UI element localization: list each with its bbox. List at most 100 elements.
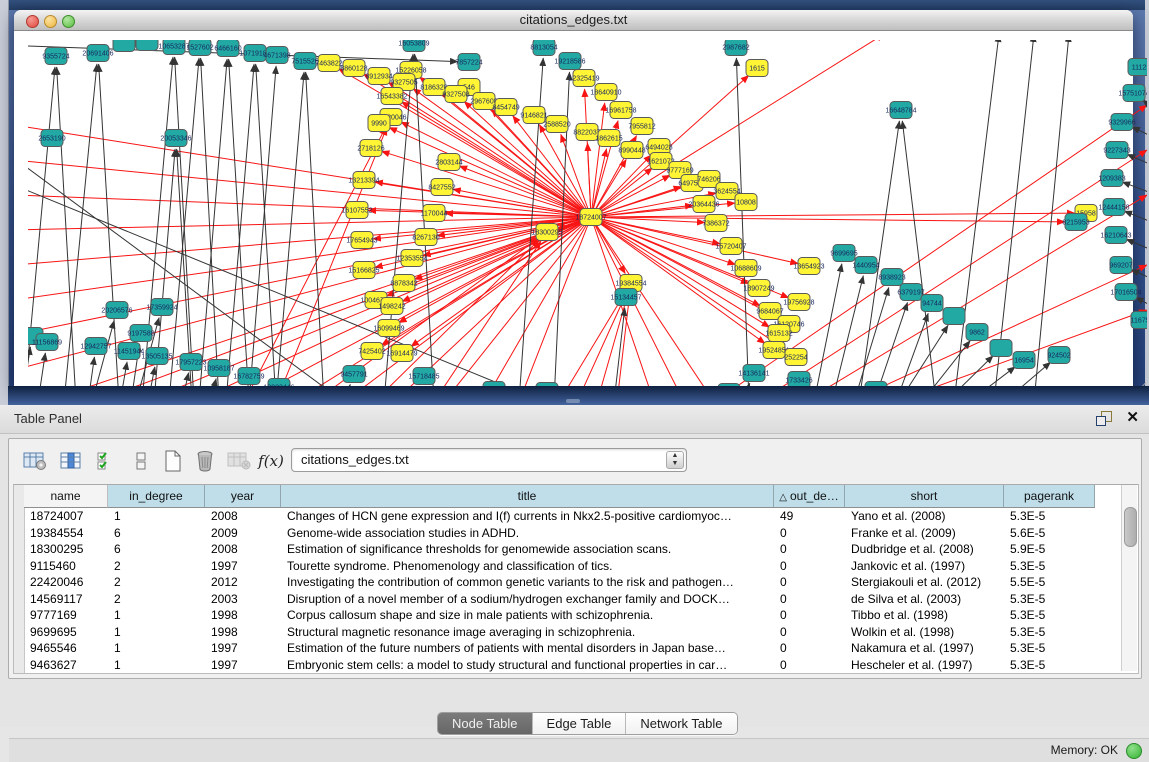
graph-edge[interactable] [591, 217, 798, 264]
graph-edge[interactable] [854, 288, 889, 396]
graph-node[interactable]: 8813054 [530, 40, 557, 56]
table-selector-dropdown[interactable]: citations_edges.txt ▲▼ [291, 448, 687, 472]
column-header-out_degree[interactable]: △out_de… [774, 485, 845, 508]
cell-title[interactable]: Tourette syndrome. Phenomenology and cla… [281, 558, 774, 575]
function-builder-icon[interactable]: f(x) [257, 447, 285, 475]
graph-node[interactable]: 17957223 [175, 354, 206, 371]
graph-node[interactable]: 13654923 [793, 258, 824, 275]
graph-edge[interactable] [559, 292, 625, 396]
table-row[interactable]: 977716911998Corpus callosum shape and si… [14, 607, 1114, 624]
graph-edge[interactable] [306, 72, 324, 396]
table-row[interactable]: 946362711997Embryonic stem cells: a mode… [14, 657, 1114, 674]
graph-node[interactable]: 1527602 [186, 40, 213, 56]
graph-node[interactable]: 16961758 [605, 102, 636, 119]
cell-out_degree[interactable]: 0 [774, 657, 845, 674]
graph-edge[interactable] [591, 217, 654, 396]
graph-node[interactable]: 12444158 [1098, 199, 1129, 216]
graph-node[interactable]: 12325419 [568, 70, 599, 87]
graph-node[interactable]: 11156869 [32, 334, 62, 351]
table-row[interactable]: 1830029562008Estimation of significance … [14, 541, 1114, 558]
graph-node[interactable]: 8912934 [365, 68, 392, 85]
cell-title[interactable]: Investigating the contribution of common… [281, 574, 774, 591]
tab-node-table[interactable]: Node Table [438, 713, 533, 734]
graph-node[interactable]: 9329966 [1108, 114, 1135, 131]
cell-year[interactable]: 2008 [205, 541, 281, 558]
graph-node[interactable]: 16210643 [1100, 227, 1131, 244]
table-row[interactable]: 946554611997Estimation of the future num… [14, 640, 1114, 657]
cell-out_degree[interactable]: 0 [774, 624, 845, 641]
cell-title[interactable]: Embryonic stem cells: a model to study s… [281, 657, 774, 674]
graph-edge[interactable] [1034, 40, 1069, 396]
table-row[interactable]: 1456911722003Disruption of a novel membe… [14, 591, 1114, 608]
graph-node[interactable]: 969207 [1109, 257, 1132, 274]
graph-node[interactable]: 7515526 [291, 53, 318, 70]
graph-node[interactable]: 2803144 [435, 154, 462, 171]
cell-pagerank[interactable]: 5.3E-5 [1004, 591, 1095, 608]
graph-node[interactable]: 16914479 [386, 345, 417, 362]
graph-edge[interactable] [28, 160, 591, 217]
graph-node[interactable]: 8267130 [412, 229, 439, 246]
graph-node[interactable]: 1615 [746, 60, 768, 77]
graph-node[interactable]: 19756928 [783, 294, 814, 311]
cell-year[interactable]: 1997 [205, 558, 281, 575]
window-titlebar[interactable]: citations_edges.txt [14, 10, 1133, 31]
cell-in_degree[interactable]: 6 [108, 525, 205, 542]
graph-node[interactable]: 8990448 [618, 142, 645, 159]
cell-name[interactable]: 9777169 [24, 607, 108, 624]
table-row[interactable]: 969969511998Structural magnetic resonanc… [14, 624, 1114, 641]
graph-node[interactable]: 13505135 [141, 348, 172, 365]
graph-edge[interactable] [1132, 127, 1147, 140]
cell-short[interactable]: Dudbridge et al. (2008) [845, 541, 1004, 558]
cell-name[interactable]: 14569117 [24, 591, 108, 608]
graph-node[interactable]: 17359924 [146, 299, 177, 316]
graph-node[interactable]: 16648784 [885, 102, 916, 119]
graph-node[interactable]: 252254 [784, 349, 807, 366]
cell-pagerank[interactable]: 5.3E-5 [1004, 607, 1095, 624]
table-vertical-scrollbar[interactable] [1121, 485, 1137, 671]
graph-edge[interactable] [902, 121, 936, 396]
graph-edge[interactable] [169, 58, 199, 396]
cell-out_degree[interactable]: 0 [774, 541, 845, 558]
cell-year[interactable]: 1998 [205, 607, 281, 624]
cell-out_degree[interactable]: 0 [774, 607, 845, 624]
close-icon[interactable]: ✕ [1126, 408, 1139, 426]
column-header-pagerank[interactable]: pagerank [1004, 485, 1095, 508]
memory-indicator-icon[interactable] [1126, 743, 1142, 759]
cell-year[interactable]: 2008 [205, 508, 281, 525]
graph-edge[interactable] [484, 217, 591, 396]
graph-node[interactable]: 1862615 [595, 130, 622, 147]
cell-out_degree[interactable]: 0 [774, 640, 845, 657]
cell-name[interactable]: 9463627 [24, 657, 108, 674]
graph-node[interactable]: 18640910 [590, 84, 621, 101]
table-settings-icon[interactable] [21, 447, 49, 475]
cell-name[interactable]: 9115460 [24, 558, 108, 575]
graph-node[interactable]: 8938923 [878, 269, 905, 286]
cell-in_degree[interactable]: 2 [108, 574, 205, 591]
graph-node[interactable]: 15166825 [348, 262, 379, 279]
cell-name[interactable]: 19384554 [24, 525, 108, 542]
cell-in_degree[interactable]: 1 [108, 624, 205, 641]
graph-node[interactable]: 9862 [966, 324, 988, 341]
cell-short[interactable]: Nakamura et al. (1997) [845, 640, 1004, 657]
graph-node[interactable]: 1209383 [1098, 170, 1125, 187]
network-canvas[interactable]: 1872400718300295193845547463822886012889… [28, 40, 1147, 396]
graph-edge[interactable] [229, 59, 249, 396]
cell-in_degree[interactable]: 1 [108, 607, 205, 624]
graph-edge[interactable] [591, 213, 1075, 217]
graph-node[interactable]: 20053346 [160, 130, 191, 147]
cell-name[interactable]: 9699695 [24, 624, 108, 641]
graph-node[interactable] [136, 40, 158, 51]
graph-node[interactable] [990, 340, 1012, 357]
graph-edge[interactable] [1136, 297, 1147, 310]
cell-year[interactable]: 1998 [205, 624, 281, 641]
graph-edge[interactable] [57, 67, 76, 396]
cell-title[interactable]: Changes of HCN gene expression and I(f) … [281, 508, 774, 525]
graph-node[interactable]: 8215953 [1062, 214, 1089, 231]
graph-node[interactable]: 14136141 [738, 365, 769, 382]
cell-out_degree[interactable]: 49 [774, 508, 845, 525]
graph-node[interactable]: 18907249 [743, 280, 774, 297]
cell-pagerank[interactable]: 5.3E-5 [1004, 508, 1095, 525]
graph-node[interactable]: 9457791 [340, 366, 367, 383]
graph-node[interactable]: 19218586 [554, 53, 585, 70]
graph-node[interactable]: 16099469 [373, 320, 404, 337]
